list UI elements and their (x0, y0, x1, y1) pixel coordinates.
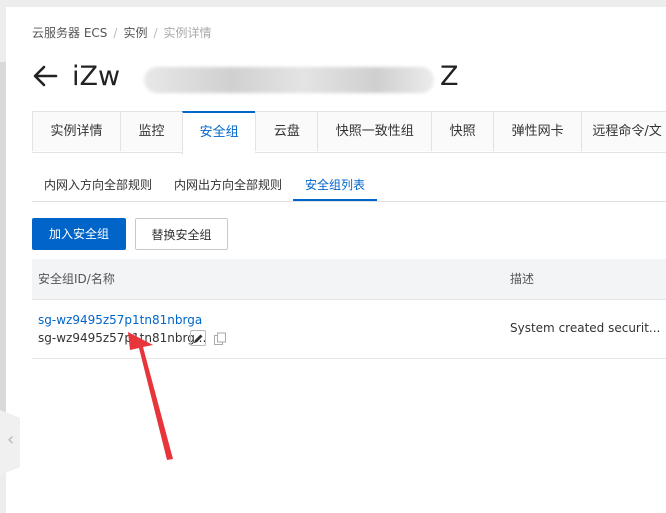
subtab-security-group-list[interactable]: 安全组列表 (293, 170, 378, 201)
breadcrumb-separator: / (153, 26, 158, 40)
tab-monitoring[interactable]: 监控 (119, 112, 183, 151)
edit-icon[interactable] (190, 330, 206, 346)
tab-security-group[interactable]: 安全组 (182, 111, 256, 155)
breadcrumb-separator: / (113, 26, 118, 40)
table-header: 安全组ID/名称 描述 (32, 259, 666, 300)
top-border (0, 0, 666, 7)
breadcrumb-instances[interactable]: 实例 (123, 26, 147, 40)
tab-cloud-disk[interactable]: 云盘 (255, 112, 318, 151)
redacted-instance-id (144, 67, 434, 93)
tab-snapshot-consistency-group[interactable]: 快照一致性组 (317, 112, 432, 151)
instance-tabs: 实例详情 监控 安全组 云盘 快照一致性组 快照 弹性网卡 远程命令/文 (32, 111, 666, 155)
tab-instance-details[interactable]: 实例详情 (32, 112, 120, 151)
security-subtabs: 内网入方向全部规则 内网出方向全部规则 安全组列表 (32, 170, 666, 202)
breadcrumb: 云服务器 ECS / 实例 / 实例详情 (32, 24, 212, 41)
column-header-description: 描述 (510, 272, 535, 286)
security-group-id-link[interactable]: sg-wz9495z57p1tn81nbrga (38, 313, 202, 327)
back-arrow-icon[interactable] (32, 65, 58, 91)
tab-elastic-nic[interactable]: 弹性网卡 (493, 112, 582, 151)
page-title: iZw (72, 61, 121, 92)
add-security-group-button[interactable]: 加入安全组 (32, 218, 126, 250)
breadcrumb-current: 实例详情 (163, 26, 212, 40)
subtab-outbound-rules[interactable]: 内网出方向全部规则 (174, 170, 282, 200)
tab-snapshot[interactable]: 快照 (431, 112, 494, 151)
page-title-end: Z (440, 61, 459, 92)
replace-security-group-button[interactable]: 替换安全组 (135, 218, 228, 250)
table-row: sg-wz9495z57p1tn81nbrga sg-wz9495z57p1tn… (32, 300, 666, 359)
sidebar-collapse-toggle[interactable]: ‹ (0, 410, 20, 475)
security-group-name: sg-wz9495z57p1tn81nbrg... (38, 331, 207, 345)
collapse-chevron-icon: ‹ (7, 429, 15, 450)
breadcrumb-ecs[interactable]: 云服务器 ECS (32, 26, 107, 40)
column-header-id-name: 安全组ID/名称 (38, 272, 115, 286)
copy-icon[interactable] (213, 331, 227, 345)
tab-remote-command[interactable]: 远程命令/文 (581, 112, 666, 151)
security-group-description: System created securit... (510, 321, 661, 335)
subtab-inbound-rules[interactable]: 内网入方向全部规则 (44, 170, 152, 200)
